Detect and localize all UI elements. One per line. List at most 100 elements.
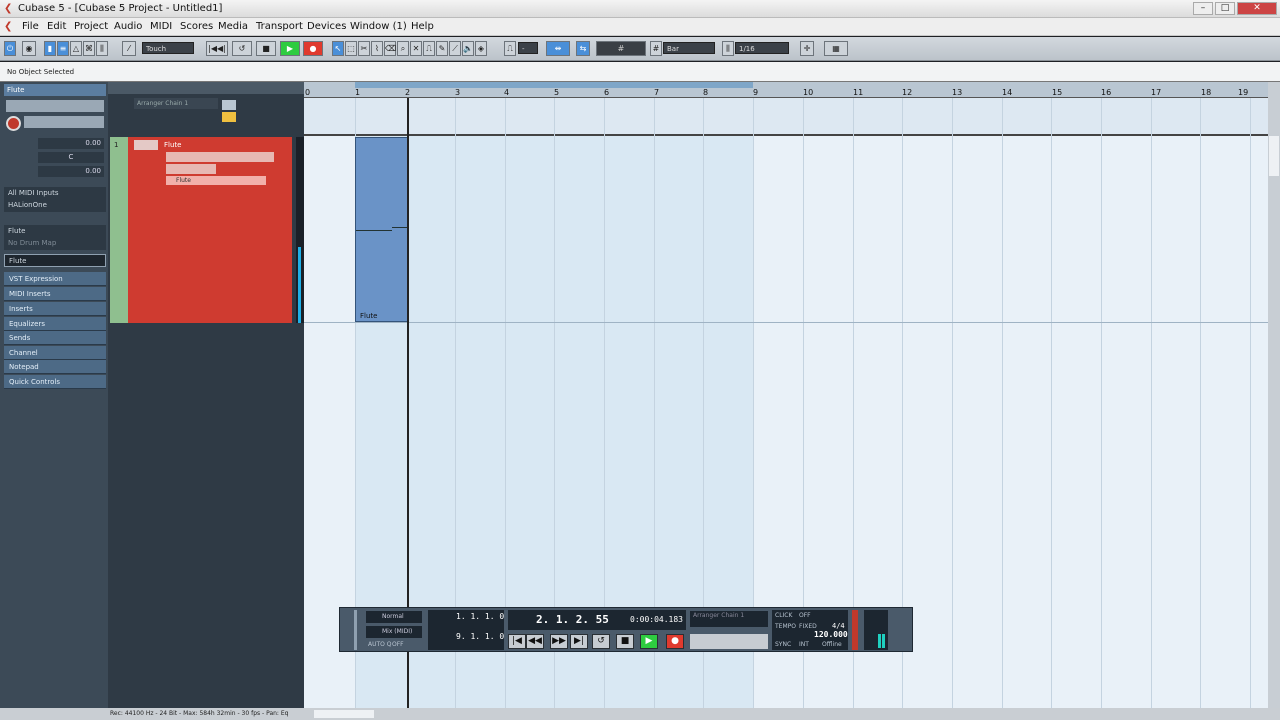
forward-button[interactable]: ▶▶ [550,634,568,649]
section-midi-inserts[interactable]: MIDI Inserts [4,287,106,301]
maximize-icon[interactable]: □ [1215,2,1235,15]
snap-on-icon[interactable]: # [650,41,662,56]
object-select-tool-icon[interactable]: ↖ [332,41,344,56]
menu-devices[interactable]: Devices [307,21,346,32]
autoscroll-select[interactable]: - [518,42,538,54]
snap-mode-icon[interactable]: ⇹ [546,41,570,56]
menu-window[interactable]: Window (1) [350,21,407,32]
line-tool-icon[interactable]: ⟋ [449,41,461,56]
left-locator[interactable]: 1. 1. 1. 0 [456,612,504,621]
menu-edit[interactable]: Edit [47,21,66,32]
track-edit-row[interactable] [166,164,216,174]
section-vst-expression[interactable]: VST Expression [4,272,106,286]
menu-midi[interactable]: MIDI [150,21,172,32]
transport-play-button[interactable]: ▶ [640,634,658,649]
zoom-tool-icon[interactable]: ⌕ [397,41,409,56]
cycle-button[interactable]: ↺ [232,41,252,56]
open-mixer-icon[interactable]: ⫼ [96,41,108,56]
arranger-chain-select[interactable]: Arranger Chain 1 [134,98,218,109]
menu-audio[interactable]: Audio [114,21,142,32]
menu-scores[interactable]: Scores [180,21,213,32]
quantize-panel-icon[interactable]: ✛ [800,41,814,56]
show-overview-icon[interactable]: △ [70,41,82,56]
arranger-controls[interactable] [690,634,768,649]
section-channel[interactable]: Channel [4,346,106,360]
click-label[interactable]: CLICK [775,612,792,619]
track-buttons-row[interactable] [6,100,104,112]
open-pool-icon[interactable]: ⌘ [83,41,95,56]
inspector-track-name[interactable]: Flute [4,84,106,96]
arranger-chain-display[interactable]: Arranger Chain 1 [690,611,768,627]
snap-to-zero-icon[interactable]: ⇆ [576,41,590,56]
track-controls-row[interactable] [166,152,274,162]
record-mode-select[interactable]: Normal [366,611,422,623]
midi-part-flute[interactable]: Flute [355,137,408,322]
transport-cycle-button[interactable]: ↺ [592,634,610,649]
mute-tool-icon[interactable]: ✕ [410,41,422,56]
record-button[interactable]: ● [303,41,323,56]
arranger-activate-icon[interactable] [222,112,236,122]
stop-button[interactable]: ■ [256,41,276,56]
split-tool-icon[interactable]: ✂ [358,41,370,56]
instrument-select[interactable]: Flute [4,254,106,267]
arranger-track-lane[interactable] [304,98,1268,136]
sync-label[interactable]: SYNC [775,641,791,648]
time-signature[interactable]: 4/4 [832,622,845,630]
section-quick-controls[interactable]: Quick Controls [4,375,106,389]
right-locator[interactable]: 9. 1. 1. 0 [456,632,504,641]
grid-type-select[interactable]: # [596,41,646,56]
scroll-thumb[interactable] [1269,136,1279,176]
section-equalizers[interactable]: Equalizers [4,317,106,331]
tempo-label[interactable]: TEMPO [775,623,796,630]
transport-stop-button[interactable]: ■ [616,634,634,649]
horizontal-scroll-thumb[interactable] [314,710,374,718]
monitor-buttons-row[interactable] [24,116,104,128]
menu-help[interactable]: Help [411,21,434,32]
delay-field[interactable]: 0.00 [38,166,104,177]
automation-icon[interactable]: ⁄ [122,41,136,56]
tempo-value[interactable]: 120.000 [814,630,848,639]
mix-mode-select[interactable]: Mix (MIDI) [366,626,422,638]
quantize-icon[interactable]: ⫼ [722,41,734,56]
goto-previous-marker-button[interactable]: |◀ [508,634,526,649]
pan-field[interactable]: C [38,152,104,163]
quantize-select[interactable]: 1/16 [735,42,789,54]
track-name[interactable]: Flute [164,141,181,149]
menu-project[interactable]: Project [74,21,108,32]
rewind-button[interactable]: ◀◀ [526,634,544,649]
position-bars[interactable]: 2. 1. 2. 55 [536,613,609,626]
snap-type-select[interactable]: Bar [663,42,715,54]
erase-tool-icon[interactable]: ⌫ [384,41,396,56]
position-time[interactable]: 0:00:04.183 [630,615,683,624]
draw-tool-icon[interactable]: ✎ [436,41,448,56]
time-warp-tool-icon[interactable]: ⎍ [423,41,435,56]
drum-map-select[interactable]: No Drum Map [4,237,106,250]
color-tool-icon[interactable]: ◈ [475,41,487,56]
section-inserts[interactable]: Inserts [4,302,106,316]
close-icon[interactable]: ✕ [1237,2,1277,15]
range-tool-icon[interactable]: ⬚ [345,41,357,56]
transport-record-button[interactable]: ● [666,634,684,649]
menu-media[interactable]: Media [218,21,248,32]
menu-file[interactable]: File [22,21,39,32]
color-palette-icon[interactable]: ▦ [824,41,848,56]
autoscroll-icon[interactable]: ⎍ [504,41,516,56]
goto-start-button[interactable]: |◀◀| [206,41,228,56]
goto-next-marker-button[interactable]: ▶| [570,634,588,649]
arranger-edit-icon[interactable] [222,100,236,110]
midi-output-select[interactable]: HALionOne [4,199,106,212]
menu-transport[interactable]: Transport [256,21,303,32]
timeline-ruler[interactable]: 0 1 2 3 4 5 6 7 8 9 10 11 12 13 14 15 16… [304,82,1268,98]
record-enable-icon[interactable] [6,116,21,131]
section-sends[interactable]: Sends [4,331,106,345]
volume-field[interactable]: 0.00 [38,138,104,149]
constrain-delay-button[interactable]: ◉ [22,41,36,56]
app-menu-icon[interactable]: ❮ [4,21,12,32]
show-inspector-icon[interactable]: ▮ [44,41,56,56]
track-flute[interactable]: 1 Flute Flute [110,137,292,323]
activate-project-button[interactable]: ⏻ [4,41,16,56]
glue-tool-icon[interactable]: ⌇ [371,41,383,56]
automation-mode-select[interactable]: Touch [142,42,194,54]
auto-quantize-label[interactable]: AUTO Q [368,641,392,648]
section-notepad[interactable]: Notepad [4,360,106,374]
